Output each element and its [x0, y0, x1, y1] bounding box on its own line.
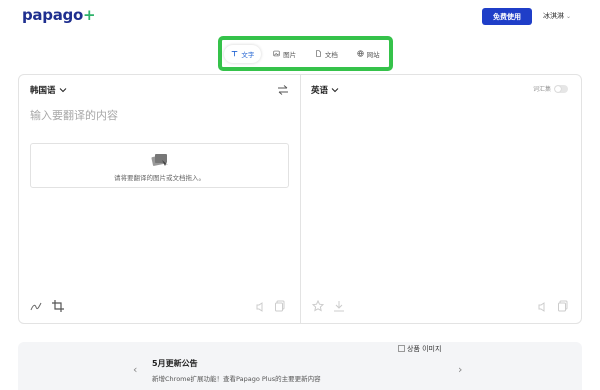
handwriting-icon[interactable]	[30, 300, 42, 312]
source-language-select[interactable]: 韩国语	[30, 84, 67, 96]
banner-image-alt: 상품 이미지	[407, 345, 442, 353]
tab-website-label: 网站	[366, 50, 380, 59]
glossary-toggle[interactable]	[554, 84, 569, 93]
tab-text[interactable]: 文字	[224, 44, 262, 63]
image-icon	[273, 50, 280, 57]
tab-website[interactable]: 网站	[350, 45, 387, 63]
crop-icon[interactable]	[52, 300, 64, 312]
target-panel	[300, 74, 582, 324]
chevron-right-icon[interactable]: ›	[458, 363, 462, 376]
chevron-down-icon: ⌄	[566, 12, 572, 20]
target-language-select[interactable]: 英语	[311, 84, 339, 96]
source-input[interactable]: 输入要翻译的内容	[30, 107, 118, 123]
speaker-icon[interactable]	[255, 301, 267, 313]
free-use-button[interactable]: 免费使用	[482, 8, 532, 25]
banner-title[interactable]: 5月更新公告	[152, 358, 198, 369]
upload-image-icon	[151, 154, 168, 166]
globe-icon	[356, 50, 364, 57]
tab-document[interactable]: 文档	[308, 45, 345, 63]
logo-text: papago	[22, 6, 83, 24]
copy-icon[interactable]	[274, 300, 286, 312]
glossary-label: 词汇集	[533, 86, 552, 93]
target-language-label: 英语	[311, 86, 329, 96]
copy-icon[interactable]	[557, 300, 569, 312]
logo-plus: +	[82, 6, 96, 24]
banner-subtitle: 新增Chrome扩展功能！查看Papago Plus的主要更新内容	[152, 375, 321, 383]
download-icon[interactable]	[333, 300, 345, 312]
glossary-control: 词汇集	[533, 84, 569, 93]
tab-image-label: 图片	[283, 50, 297, 59]
tab-image[interactable]: 图片	[266, 45, 303, 63]
text-icon	[232, 50, 238, 57]
star-icon[interactable]	[312, 300, 324, 312]
banner-image: 상품 이미지	[398, 345, 450, 365]
dropzone-hint: 请将要翻译的图片或文档拖入。	[114, 174, 205, 182]
mode-tabs: 文字 图片 文档 网站	[222, 40, 389, 67]
papago-logo[interactable]: papago+	[22, 6, 96, 24]
tab-text-label: 文字	[241, 50, 255, 59]
source-language-label: 韩国语	[30, 86, 56, 96]
swap-languages-icon[interactable]	[277, 84, 289, 96]
user-menu[interactable]: 冰淇淋 ⌄	[543, 11, 571, 21]
speaker-icon[interactable]	[537, 301, 549, 313]
document-icon	[315, 50, 321, 57]
chevron-down-icon	[59, 88, 66, 93]
chevron-left-icon[interactable]: ‹	[133, 363, 137, 376]
broken-image-icon	[398, 345, 405, 352]
user-name: 冰淇淋	[543, 12, 564, 20]
chevron-down-icon	[331, 88, 339, 93]
tab-document-label: 文档	[324, 50, 338, 59]
